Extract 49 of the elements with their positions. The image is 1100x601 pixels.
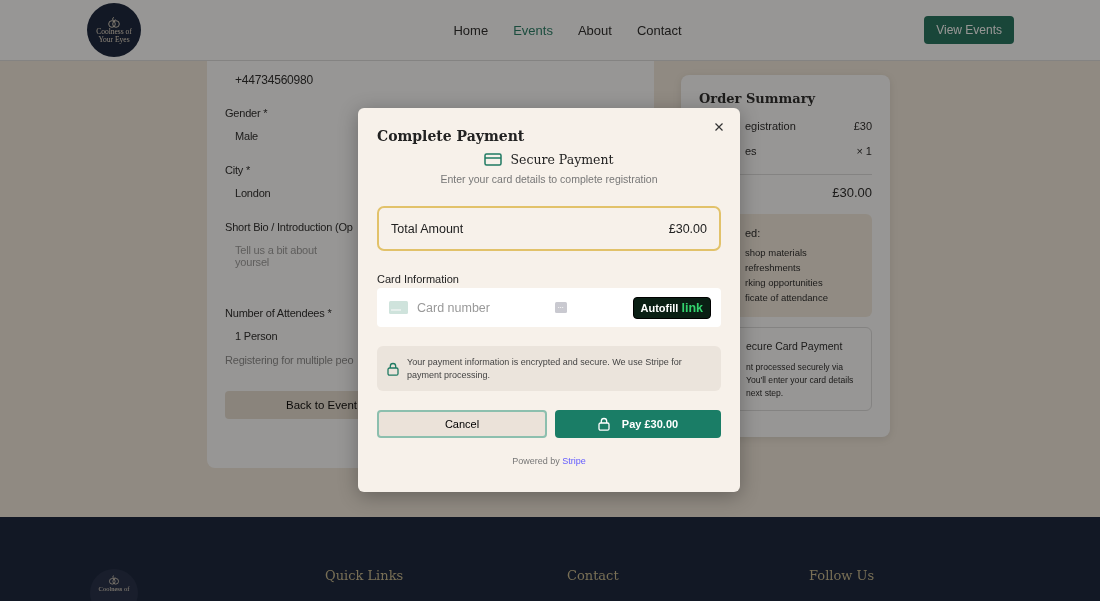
included-title: ed:	[745, 226, 762, 241]
powered-by-text: Powered by	[512, 456, 561, 466]
cancel-button[interactable]: Cancel	[377, 410, 547, 438]
summary-label: es	[745, 145, 757, 159]
select-field[interactable]: London	[225, 176, 355, 203]
nav-link[interactable]: Events	[513, 22, 553, 38]
phone-field[interactable]: +44734560980	[225, 71, 355, 89]
secure-title: ecure Card Payment	[746, 340, 844, 353]
included-item: shop materials	[745, 246, 808, 260]
pay-button[interactable]: Pay £30.00	[555, 410, 721, 438]
dialog-description: Enter your card details to complete registration	[439, 173, 659, 185]
field-label: City *	[225, 164, 252, 176]
included-item: rking opportunities	[745, 276, 824, 290]
nav-link[interactable]: Home	[453, 22, 489, 38]
secure-text-line: next step.	[746, 387, 785, 400]
card-back-icon	[555, 302, 567, 313]
hint-text: Registering for multiple peo	[225, 354, 355, 366]
notice-text: Your payment information is encrypted and secure. We use Stripe for payment processing.	[407, 356, 683, 381]
nav-link[interactable]: About	[577, 22, 612, 38]
stripe-link[interactable]: Stripe	[562, 456, 586, 466]
secure-text-line: nt processed securely via	[746, 361, 844, 374]
footer-heading: Contact	[567, 568, 620, 585]
card-icon	[389, 301, 408, 314]
credit-card-icon	[484, 153, 503, 166]
footer-heading: Quick Links	[325, 568, 405, 585]
card-info-label: Card Information	[377, 273, 460, 285]
included-item: refreshments	[745, 261, 802, 275]
field-label: Number of Attendees *	[225, 307, 333, 319]
summary-label: egistration	[745, 120, 796, 134]
footer-heading: Follow Us	[809, 568, 876, 585]
total-value: £30.00	[668, 221, 707, 236]
autofill-button[interactable]: Autofill link	[632, 296, 711, 319]
card-number-field[interactable]: Card number Autofill link	[377, 288, 721, 327]
select-field[interactable]: 1 Person	[225, 319, 355, 346]
summary-value: £30	[853, 120, 872, 134]
nav-link[interactable]: Contact	[636, 22, 682, 38]
field-label: Gender *	[225, 107, 269, 119]
view-events-button[interactable]: View Events	[924, 16, 1014, 44]
secure-text-line: You'll enter your card details	[746, 374, 855, 387]
dialog-title: Complete Payment	[377, 128, 526, 144]
lock-icon	[597, 417, 610, 431]
total-label: Total Amount	[391, 221, 464, 236]
field-label: Short Bio / Introduction (Op	[225, 221, 354, 233]
dialog-subtitle: Secure Payment	[510, 152, 614, 167]
summary-value: × 1	[856, 145, 872, 159]
summary-title: Order Summary	[699, 91, 817, 106]
included-item: ficate of attendance	[745, 291, 829, 305]
select-field[interactable]: Male	[225, 119, 355, 146]
lock-icon	[387, 361, 399, 376]
